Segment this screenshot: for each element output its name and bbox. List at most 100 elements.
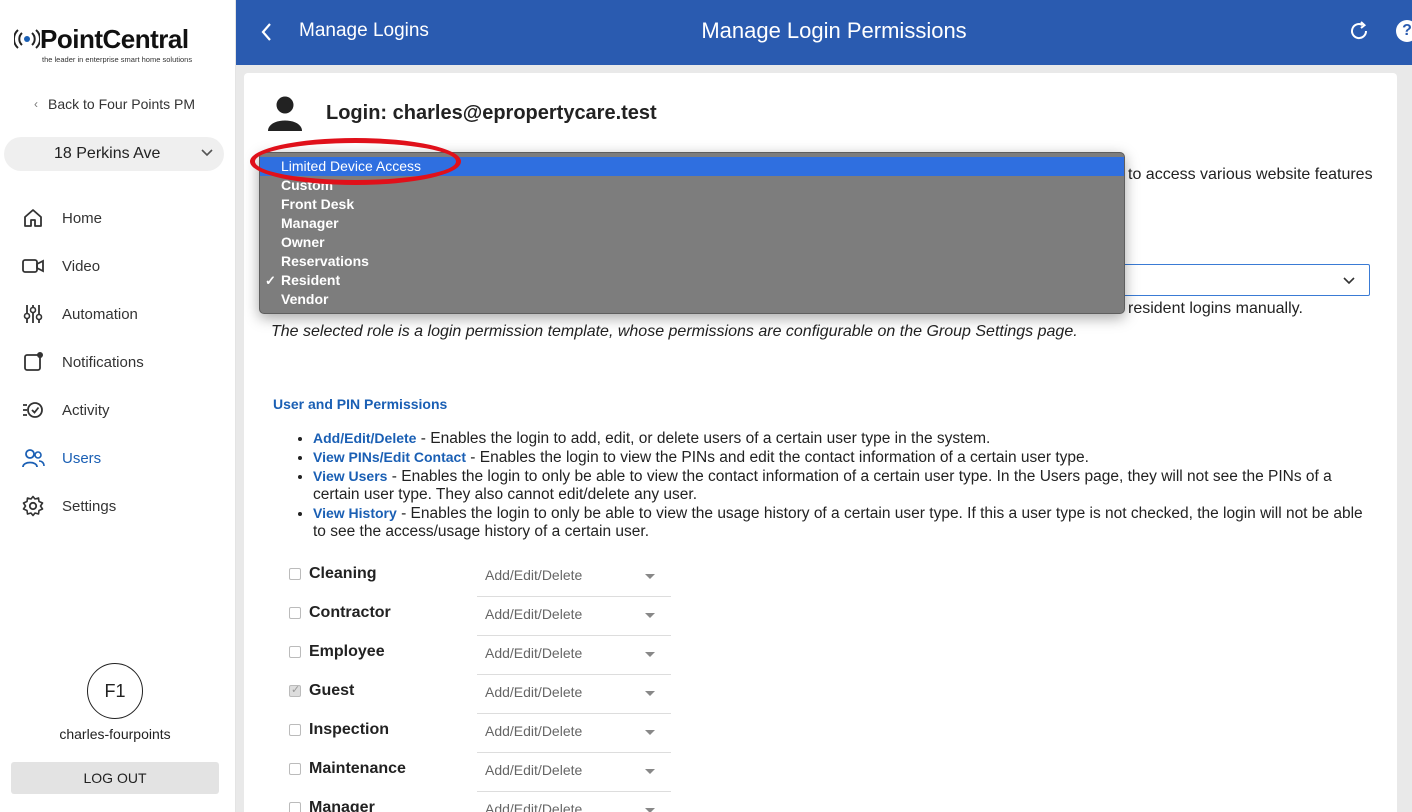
permission-select[interactable]: Add/Edit/Delete xyxy=(477,762,671,792)
sidebar-item-label: Notifications xyxy=(62,353,144,371)
role-option-reservations[interactable]: Reservations xyxy=(260,252,1124,271)
person-icon xyxy=(268,96,302,131)
permission-select-value: Add/Edit/Delete xyxy=(485,645,583,661)
sidebar-item-notifications[interactable]: Notifications xyxy=(20,338,220,386)
user-type-checkbox[interactable] xyxy=(289,724,301,736)
list-item: View History - Enables the login to only… xyxy=(313,504,1375,541)
user-type-checkbox[interactable] xyxy=(289,646,301,658)
user-type-row-employee: Employee Add/Edit/Delete xyxy=(289,643,689,682)
permission-select[interactable]: Add/Edit/Delete xyxy=(477,645,671,675)
property-select[interactable]: 18 Perkins Ave xyxy=(4,137,224,171)
role-option-vendor[interactable]: Vendor xyxy=(260,290,1124,309)
permission-select[interactable]: Add/Edit/Delete xyxy=(477,567,671,597)
sidebar-item-video[interactable]: Video xyxy=(20,242,220,290)
role-template-note: The selected role is a login permission … xyxy=(271,323,1078,340)
user-type-checkbox[interactable] xyxy=(289,607,301,619)
sidebar-nav: Home Video Automation Notifications Acti… xyxy=(20,194,220,530)
role-option-owner[interactable]: Owner xyxy=(260,233,1124,252)
list-item: View PINs/Edit Contact - Enables the log… xyxy=(313,448,1375,467)
page-title: Manage Login Permissions xyxy=(701,18,967,43)
logo-wordmark: PointCentral xyxy=(40,24,189,54)
caret-down-icon xyxy=(645,730,655,735)
sidebar-item-activity[interactable]: Activity xyxy=(20,386,220,434)
refresh-icon[interactable] xyxy=(1348,20,1370,42)
permission-select[interactable]: Add/Edit/Delete xyxy=(477,801,671,812)
sidebar-item-label: Activity xyxy=(62,401,110,419)
sidebar-item-label: Video xyxy=(62,257,101,275)
permission-select[interactable]: Add/Edit/Delete xyxy=(477,723,671,753)
top-header: Manage Logins Manage Login Permissions ? xyxy=(236,0,1412,65)
permission-select[interactable]: Add/Edit/Delete xyxy=(477,684,671,714)
role-option-label: Resident xyxy=(281,272,341,288)
back-link-label: Back to Four Points PM xyxy=(48,96,196,112)
user-type-checkbox[interactable] xyxy=(289,802,301,812)
caret-down-icon xyxy=(645,808,655,812)
list-item: Add/Edit/Delete - Enables the login to a… xyxy=(313,429,1375,448)
signal-waves-icon xyxy=(14,29,40,49)
property-select-value: 18 Perkins Ave xyxy=(54,145,161,162)
permission-desc: - Enables the login to only be able to v… xyxy=(313,468,1332,503)
user-type-name: Manager xyxy=(309,799,375,812)
role-option-front-desk[interactable]: Front Desk xyxy=(260,195,1124,214)
annotation-highlight-ellipse xyxy=(250,138,461,185)
sidebar-item-label: Automation xyxy=(62,305,138,323)
role-option-manager[interactable]: Manager xyxy=(260,214,1124,233)
caret-down-icon xyxy=(645,574,655,579)
video-icon xyxy=(20,253,46,279)
users-icon xyxy=(20,445,46,471)
permission-desc: - Enables the login to only be able to v… xyxy=(313,505,1363,540)
sidebar-item-label: Users xyxy=(62,449,102,467)
caret-down-icon xyxy=(645,769,655,774)
back-to-company-link[interactable]: ‹ Back to Four Points PM xyxy=(34,96,195,112)
sidebar-item-automation[interactable]: Automation xyxy=(20,290,220,338)
user-type-checkbox[interactable] xyxy=(289,568,301,580)
section-title-user-pin-permissions: User and PIN Permissions xyxy=(273,396,448,412)
permission-select-value: Add/Edit/Delete xyxy=(485,684,583,700)
sidebar-item-users[interactable]: Users xyxy=(20,434,220,482)
user-type-checkbox[interactable] xyxy=(289,763,301,775)
sliders-icon xyxy=(20,301,46,327)
user-type-row-contractor: Contractor Add/Edit/Delete xyxy=(289,604,689,643)
sidebar-item-home[interactable]: Home xyxy=(20,194,220,242)
checkmark-icon: ✓ xyxy=(265,273,276,288)
role-option-resident[interactable]: ✓ Resident xyxy=(260,271,1124,290)
user-type-row-guest: Guest Add/Edit/Delete xyxy=(289,682,689,721)
user-type-name: Guest xyxy=(309,682,355,699)
user-type-name: Employee xyxy=(309,643,385,660)
chevron-left-icon: ‹ xyxy=(34,97,38,111)
bell-icon xyxy=(20,349,46,375)
help-icon[interactable]: ? xyxy=(1396,20,1412,42)
logout-button[interactable]: LOG OUT xyxy=(11,762,219,794)
permission-select-value: Add/Edit/Delete xyxy=(485,567,583,583)
pointcentral-logo[interactable]: PointCentral the leader in enterprise sm… xyxy=(14,24,224,66)
login-email-heading: Login: charles@epropertycare.test xyxy=(326,101,657,124)
sidebar-item-label: Home xyxy=(62,209,103,227)
user-type-checkbox[interactable] xyxy=(289,683,301,697)
list-item: View Users - Enables the login to only b… xyxy=(313,467,1375,504)
permission-select-value: Add/Edit/Delete xyxy=(485,801,583,812)
sidebar: PointCentral the leader in enterprise sm… xyxy=(0,0,236,812)
logo-tagline: the leader in enterprise smart home solu… xyxy=(42,55,193,64)
permission-term: View PINs/Edit Contact xyxy=(313,449,466,465)
user-type-name: Maintenance xyxy=(309,760,406,777)
role-select[interactable] xyxy=(1099,264,1370,296)
user-type-name: Contractor xyxy=(309,604,391,621)
permission-definitions-list: Add/Edit/Delete - Enables the login to a… xyxy=(295,429,1375,541)
chevron-down-icon xyxy=(201,149,213,157)
chevron-down-icon xyxy=(1343,277,1355,285)
gear-icon xyxy=(20,493,46,519)
permission-select[interactable]: Add/Edit/Delete xyxy=(477,606,671,636)
avatar[interactable]: F1 xyxy=(87,663,143,719)
caret-down-icon xyxy=(645,652,655,657)
permission-term: View Users xyxy=(313,468,388,484)
sidebar-item-settings[interactable]: Settings xyxy=(20,482,220,530)
permission-term: Add/Edit/Delete xyxy=(313,430,417,446)
user-type-row-maintenance: Maintenance Add/Edit/Delete xyxy=(289,760,689,799)
caret-down-icon xyxy=(645,691,655,696)
activity-icon xyxy=(20,397,46,423)
permission-select-value: Add/Edit/Delete xyxy=(485,723,583,739)
user-type-name: Cleaning xyxy=(309,565,377,582)
user-type-name: Inspection xyxy=(309,721,390,738)
user-type-row-manager: Manager Add/Edit/Delete xyxy=(289,799,689,812)
permission-term: View History xyxy=(313,505,397,521)
